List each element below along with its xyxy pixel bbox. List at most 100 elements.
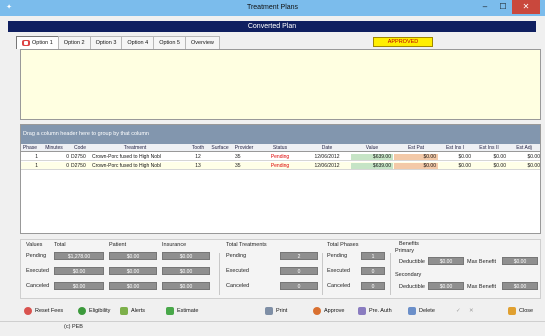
treatments-executed-field: 0 (280, 267, 318, 275)
table-row[interactable]: 1 0 D2750 Crown-Porc fused to High Nobl … (21, 162, 540, 170)
tab-label: Option 1 (32, 40, 53, 46)
close-label: Close (519, 308, 534, 314)
primary-label: Primary (395, 248, 414, 254)
canceled-patient-field: $0.00 (109, 282, 157, 290)
executed-patient-field: $0.00 (109, 267, 157, 275)
group-by-band[interactable]: Drag a column header here to group by th… (21, 125, 540, 144)
pre-auth-label: Pre. Auth (369, 308, 392, 314)
cell-est-adj: $0.00 (527, 163, 540, 169)
max-benefit-label: Max Benefit (467, 259, 497, 265)
cell-phase: 1 (35, 154, 38, 160)
delete-label: Delete (419, 308, 435, 314)
eligibility-button[interactable]: Eligibility (78, 305, 110, 317)
tab-option-4[interactable]: Option 4 (121, 36, 155, 49)
patient-header: Patient (109, 242, 127, 248)
insurance-header: Insurance (162, 242, 187, 248)
pre-auth-icon (358, 307, 366, 315)
secondary-max-benefit-field: $0.00 (502, 282, 538, 290)
status-divider (0, 321, 545, 322)
canceled-label: Canceled (26, 283, 50, 289)
cell-tooth: 13 (195, 163, 201, 169)
total-phases-label: Total Phases (327, 242, 359, 248)
col-header[interactable]: Code (70, 145, 90, 151)
maximize-button[interactable]: ☐ (494, 0, 512, 14)
cell-treatment: Crown-Porc fused to High Nobl (92, 163, 161, 169)
x-icon: ✕ (469, 308, 474, 314)
minimize-button[interactable]: – (476, 0, 494, 14)
cell-phase: 1 (35, 163, 38, 169)
pre-auth-button[interactable]: Pre. Auth (358, 305, 392, 317)
reset-fees-label: Reset Fees (35, 308, 64, 314)
col-header[interactable]: Tooth (188, 145, 208, 151)
canceled-insurance-field: $0.00 (162, 282, 210, 290)
accept-button[interactable]: ✓ (456, 305, 461, 317)
close-window-button[interactable]: ✕ (512, 0, 540, 14)
total-treatments-label: Total Treatments (226, 242, 267, 248)
cell-value: $639.00 (351, 163, 393, 169)
col-header[interactable]: Value (351, 145, 393, 151)
alerts-button[interactable]: Alerts (120, 305, 145, 317)
estimate-button[interactable]: Estimate (166, 305, 198, 317)
tab-overview[interactable]: Overview (184, 36, 220, 49)
cell-provider: 35 (235, 154, 241, 160)
primary-max-benefit-field: $0.00 (502, 257, 538, 265)
print-button[interactable]: Print (265, 305, 287, 317)
tab-label: Overview (190, 40, 214, 46)
status-badge: APPROVED (373, 37, 433, 47)
phases-canceled-field: 0 (361, 282, 385, 290)
tab-option-3[interactable]: Option 3 (89, 36, 123, 49)
approve-button[interactable]: Approve (313, 305, 345, 317)
reset-fees-icon (24, 307, 32, 315)
phases-executed-field: 0 (361, 267, 385, 275)
col-header[interactable]: Treatment (91, 145, 179, 151)
secondary-label: Secondary (395, 272, 422, 278)
notes-area[interactable] (20, 49, 541, 120)
divider (219, 253, 220, 295)
deductible-label: Deductible (399, 284, 425, 290)
treatment-grid: Drag a column header here to group by th… (20, 124, 541, 234)
option-tabs: Option 1 Option 2 Option 3 Option 4 Opti… (16, 36, 220, 49)
cell-date: 12/06/2012 (314, 154, 340, 160)
reject-button[interactable]: ✕ (469, 305, 474, 317)
phases-pending-field: 1 (361, 252, 385, 260)
canceled-total-field: $0.00 (54, 282, 104, 290)
col-header[interactable]: Provider (232, 145, 256, 151)
col-header[interactable]: Est Adj (507, 145, 541, 151)
canceled-label: Canceled (327, 283, 351, 289)
tab-option-5[interactable]: Option 5 (153, 36, 186, 49)
max-benefit-label: Max Benefit (467, 284, 497, 290)
estimate-icon (166, 307, 174, 315)
window-title: Treatment Plans (246, 4, 299, 11)
col-header[interactable]: Est Ins II (472, 145, 506, 151)
col-header[interactable]: Phase (22, 145, 38, 151)
delete-button[interactable]: Delete (408, 305, 435, 317)
values-label: Values (26, 242, 43, 248)
pending-patient-field: $0.00 (109, 252, 157, 260)
tab-label: Option 4 (127, 40, 149, 46)
executed-label: Executed (26, 268, 49, 274)
divider (390, 253, 391, 295)
tab-option-1[interactable]: Option 1 (16, 36, 59, 49)
col-header[interactable]: Date (304, 145, 350, 151)
tab-option-2[interactable]: Option 2 (57, 36, 91, 49)
treatments-canceled-field: 0 (280, 282, 318, 290)
col-header[interactable]: Minutes (39, 145, 69, 151)
col-header[interactable]: Status (257, 145, 303, 151)
total-header: Total (54, 242, 66, 248)
col-header[interactable]: Est Ins I (439, 145, 471, 151)
col-header[interactable]: Surface (209, 145, 231, 151)
col-header[interactable]: Est Pat (394, 145, 438, 151)
cell-date: 12/06/2012 (314, 163, 340, 169)
pending-label: Pending (226, 253, 247, 259)
alerts-label: Alerts (131, 308, 146, 314)
table-row[interactable]: 1 0 D2750 Crown-Porc fused to High Nobl … (21, 153, 540, 161)
grid-header: Phase Minutes Code Treatment Tooth Surfa… (21, 144, 540, 152)
approve-icon (313, 307, 321, 315)
eligibility-label: Eligibility (89, 308, 111, 314)
cell-est-ins-2: $0.00 (493, 163, 506, 169)
cell-code: D2750 (71, 163, 86, 169)
close-button[interactable]: Close (508, 305, 533, 317)
reset-fees-button[interactable]: Reset Fees (24, 305, 63, 317)
pending-total-field: $1,278.00 (54, 252, 104, 260)
estimate-label: Estimate (177, 308, 199, 314)
